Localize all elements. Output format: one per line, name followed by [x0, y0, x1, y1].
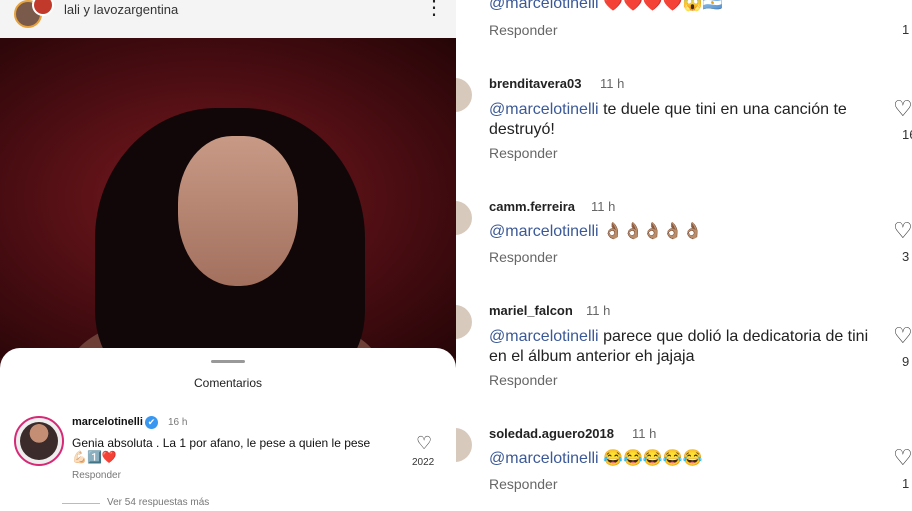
- drag-handle[interactable]: [211, 360, 245, 363]
- comment-time: 16 h: [168, 417, 188, 428]
- comment-time: 11 h: [591, 199, 616, 214]
- reply-button[interactable]: Responder: [489, 145, 558, 161]
- avatar[interactable]: [456, 78, 472, 112]
- reply-button[interactable]: Responder: [489, 476, 558, 492]
- avatar[interactable]: [456, 305, 472, 339]
- like-count: 9: [902, 354, 910, 369]
- comment-time: 11 h: [586, 303, 611, 318]
- heart-icon[interactable]: ♡: [893, 445, 912, 471]
- like-count: 16: [902, 127, 912, 142]
- reply-button[interactable]: Responder: [72, 470, 121, 481]
- reply-button[interactable]: Responder: [489, 22, 558, 38]
- comment-username[interactable]: camm.ferreira: [489, 199, 575, 214]
- comment-text: @marcelotinelli parece que dolió la dedi…: [489, 327, 874, 367]
- like-count: 2022: [412, 457, 435, 468]
- like-count: 1: [902, 22, 910, 37]
- post-header: lali y lavozargentina ⋮: [0, 0, 456, 39]
- comment-text: Genia absoluta . La 1 por afano, le pese…: [72, 436, 371, 450]
- heart-icon[interactable]: ♡: [893, 218, 912, 244]
- comment-body: ❤️❤️❤️❤️😱🇦🇷: [603, 0, 723, 12]
- more-options-icon[interactable]: ⋮: [424, 0, 444, 18]
- heart-icon[interactable]: ♡: [416, 433, 432, 454]
- commenter-avatar[interactable]: [14, 416, 64, 466]
- comment-time: 11 h: [600, 76, 625, 91]
- comment-username[interactable]: brenditavera03: [489, 76, 582, 91]
- comment-text: @marcelotinelli ❤️❤️❤️❤️😱🇦🇷: [489, 0, 874, 14]
- avatar: [20, 422, 58, 460]
- mention-link[interactable]: @marcelotinelli: [489, 450, 599, 467]
- sheet-title: Comentarios: [193, 376, 263, 390]
- mention-link[interactable]: @marcelotinelli: [489, 328, 599, 345]
- comment-text: @marcelotinelli te duele que tini en una…: [489, 100, 874, 140]
- photo-face: [178, 136, 298, 286]
- like-count: 1: [902, 476, 910, 491]
- heart-icon[interactable]: ♡: [893, 323, 912, 349]
- avatar[interactable]: [456, 428, 472, 462]
- comments-zoom-panel: @marcelotinelli ❤️❤️❤️❤️😱🇦🇷 Responder 1 …: [456, 0, 912, 511]
- comment-emoji: 💪🏻1️⃣❤️: [72, 450, 117, 464]
- comment-body: 😂😂😂😂😂: [603, 450, 703, 467]
- post-image: [0, 38, 456, 428]
- reply-button[interactable]: Responder: [489, 372, 558, 388]
- view-more-replies[interactable]: Ver 54 respuestas más: [107, 497, 209, 508]
- comment-username[interactable]: soledad.aguero2018: [489, 426, 614, 441]
- comment-text: @marcelotinelli 😂😂😂😂😂: [489, 449, 874, 469]
- like-count: 3: [902, 249, 910, 264]
- commenter-username[interactable]: marcelotinelli: [72, 416, 143, 428]
- reply-button[interactable]: Responder: [489, 249, 558, 265]
- comment-text: @marcelotinelli 👌🏽👌🏽👌🏽👌🏽👌🏽: [489, 222, 874, 242]
- verified-icon: ✔: [145, 416, 158, 429]
- post-panel: lali y lavozargentina ⋮ Comentarios marc…: [0, 0, 456, 511]
- avatar[interactable]: [456, 201, 472, 235]
- comment-time: 11 h: [632, 426, 657, 441]
- mention-link[interactable]: @marcelotinelli: [489, 101, 599, 118]
- comments-sheet: Comentarios marcelotinelli ✔ 16 h Genia …: [0, 348, 456, 511]
- account-name[interactable]: lali y lavozargentina: [64, 2, 178, 17]
- divider: [62, 503, 100, 504]
- comment-username[interactable]: mariel_falcon: [489, 303, 573, 318]
- mention-link[interactable]: @marcelotinelli: [489, 0, 599, 12]
- mention-link[interactable]: @marcelotinelli: [489, 223, 599, 240]
- heart-icon[interactable]: ♡: [893, 96, 912, 122]
- collab-avatar[interactable]: [32, 0, 54, 16]
- comment-body: 👌🏽👌🏽👌🏽👌🏽👌🏽: [603, 223, 703, 240]
